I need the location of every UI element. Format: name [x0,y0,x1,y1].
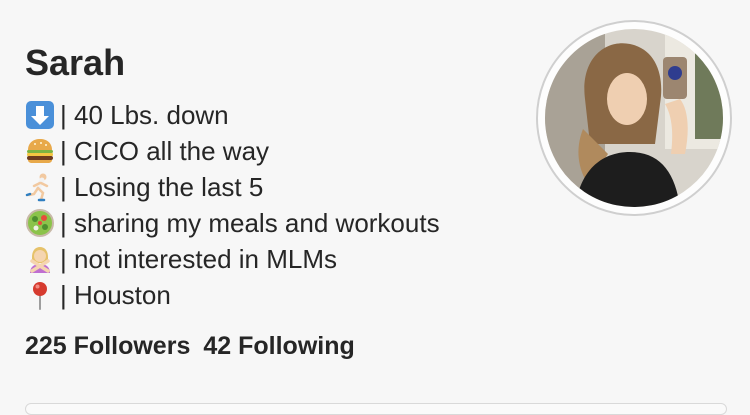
bio-text: | not interested in MLMs [60,243,337,274]
profile-header: Sarah | 40 Lbs. down | CICO all the way … [0,0,750,415]
profile-stats: 225 Followers 42 Following [25,332,368,361]
bio-text: | CICO all the way [60,135,270,166]
round-pushpin-icon [24,279,56,311]
following-count[interactable]: 42 Following [203,332,354,360]
avatar[interactable] [545,29,723,207]
down-arrow-icon [24,99,56,131]
bio-text: | Losing the last 5 [60,171,264,202]
edit-profile-button-edge[interactable] [25,403,727,415]
runner-icon [24,171,56,203]
bio-text: | 40 Lbs. down [60,99,229,130]
salad-icon [24,207,56,239]
bio-text: | Houston [60,279,171,310]
person-gesturing-no-icon [24,243,56,275]
followers-count[interactable]: 225 Followers [25,332,190,360]
profile-bio: | 40 Lbs. down | CICO all the way | Losi… [24,97,440,313]
profile-name: Sarah [25,42,126,83]
bio-text: | sharing my meals and workouts [60,207,440,238]
bio-line: | Houston [24,277,440,313]
bio-line: | 40 Lbs. down [24,97,440,133]
bio-line: | not interested in MLMs [24,241,440,277]
hamburger-icon [24,135,56,167]
bio-line: | Losing the last 5 [24,169,440,205]
bio-line: | sharing my meals and workouts [24,205,440,241]
bio-line: | CICO all the way [24,133,440,169]
